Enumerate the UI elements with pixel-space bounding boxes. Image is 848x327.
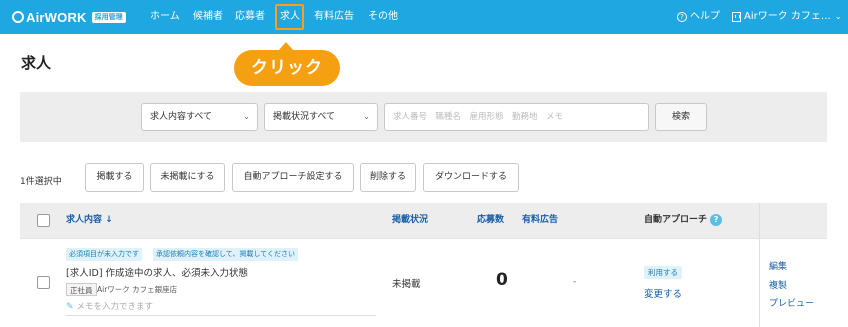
content-filter-select[interactable]: 求人内容すべて ⌄ (141, 103, 258, 131)
pencil-icon: ✎ (66, 302, 74, 312)
selected-count: 1件選択中 (20, 177, 62, 187)
nav-other[interactable]: その他 (368, 0, 398, 34)
status-filter-select[interactable]: 掲載状況すべて ⌄ (264, 103, 378, 131)
content-filter-value: 求人内容すべて (150, 112, 213, 122)
logo-mark-icon (12, 11, 24, 23)
row-checkbox[interactable] (37, 276, 50, 289)
page-title: 求人 (21, 54, 52, 72)
account-label: Airワーク カフェ… (744, 11, 831, 22)
nav-paid-ads[interactable]: 有料広告 (314, 0, 354, 34)
approval-request-tag: 承認依頼内容を確認して、掲載してください (153, 248, 299, 261)
building-icon (732, 12, 741, 22)
search-input[interactable]: 求人番号 職種名 雇用形態 勤務地 メモ (384, 103, 649, 131)
row-divider (20, 238, 827, 239)
preview-link[interactable]: プレビュー (769, 296, 814, 309)
column-status-header[interactable]: 掲載状況 (392, 203, 428, 238)
filter-bar: 求人内容すべて ⌄ 掲載状況すべて ⌄ 求人番号 職種名 雇用形態 勤務地 メモ… (20, 92, 827, 142)
column-auto-approach-header: 自動アプローチ? (644, 203, 723, 238)
top-header: AirWORK 採用管理 ホーム 候補者 応募者 求人 有料広告 その他 ? ヘ… (0, 0, 848, 34)
auto-approach-header-label: 自動アプローチ (644, 215, 708, 225)
click-callout: クリック (234, 42, 340, 86)
search-button[interactable]: 検索 (655, 103, 707, 131)
column-applicants-header[interactable]: 応募数 (477, 203, 504, 238)
delete-button[interactable]: 削除する (360, 163, 416, 192)
memo-input[interactable]: ✎ メモを入力できます (66, 300, 376, 316)
table-header: 求人内容 ↓ 掲載状況 応募数 有料広告 自動アプローチ? (20, 203, 827, 238)
help-link[interactable]: ? ヘルプ (677, 0, 720, 34)
unpublish-button[interactable]: 未掲載にする (150, 163, 225, 192)
account-menu[interactable]: Airワーク カフェ… ⌄ (732, 0, 842, 34)
column-content-header[interactable]: 求人内容 ↓ (66, 203, 113, 238)
chevron-down-icon: ⌄ (243, 112, 250, 121)
chevron-down-icon: ⌄ (834, 12, 842, 21)
publish-status: 未掲載 (392, 279, 421, 290)
auto-approach-status-badge: 利用する (644, 266, 682, 279)
download-button[interactable]: ダウンロードする (423, 163, 519, 192)
nav-applicants[interactable]: 応募者 (235, 0, 265, 34)
select-all-checkbox[interactable] (37, 214, 50, 227)
logo-badge: 採用管理 (91, 11, 126, 23)
airwork-logo[interactable]: AirWORK 採用管理 (12, 9, 126, 25)
question-icon[interactable]: ? (710, 213, 723, 226)
memo-placeholder: メモを入力できます (76, 302, 154, 312)
copy-link[interactable]: 複製 (769, 278, 787, 291)
edit-link[interactable]: 編集 (769, 259, 787, 272)
nav-candidates[interactable]: 候補者 (193, 0, 223, 34)
auto-approach-button[interactable]: 自動アプローチ設定する (232, 163, 354, 192)
help-label: ヘルプ (690, 11, 720, 22)
shop-name: Airワーク カフェ銀座店 (97, 285, 178, 294)
nav-home[interactable]: ホーム (150, 0, 180, 34)
missing-fields-tag: 必須項目が未入力です (66, 248, 142, 261)
column-paid-ad-header[interactable]: 有料広告 (522, 203, 558, 238)
job-title[interactable]: [求人ID] 作成途中の求人、必須未入力状態 (66, 265, 248, 279)
help-icon: ? (677, 12, 687, 22)
logo-text: AirWORK (26, 9, 87, 25)
paid-ad-value: - (573, 277, 577, 287)
applicant-count: 0 (496, 270, 508, 290)
status-filter-value: 掲載状況すべて (273, 112, 336, 122)
auto-approach-change-link[interactable]: 変更する (644, 286, 682, 300)
nav-jobs-highlight (275, 4, 304, 30)
employment-type-badge: 正社員 (66, 283, 97, 296)
publish-button[interactable]: 掲載する (85, 163, 144, 192)
column-divider (759, 203, 760, 327)
chevron-down-icon: ⌄ (363, 112, 370, 121)
